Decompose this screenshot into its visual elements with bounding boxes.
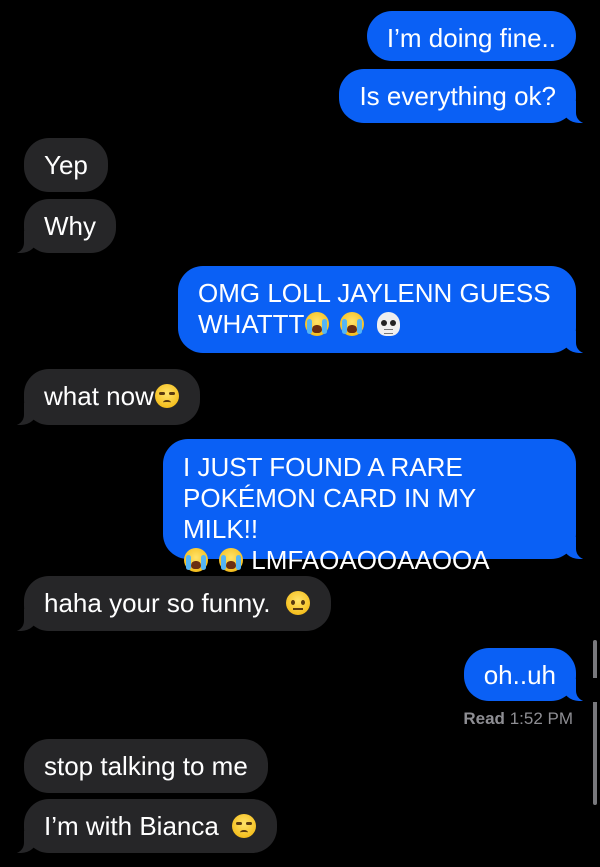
incoming-message-bubble[interactable]: haha your so funny. bbox=[0, 576, 331, 632]
outgoing-message-bubble[interactable]: oh..uh bbox=[463, 648, 600, 702]
outgoing-message-bubble[interactable]: OMG LOLL JAYLENN GUESS WHATTT bbox=[178, 266, 600, 354]
incoming-message-bubble[interactable]: what now bbox=[0, 369, 200, 426]
read-time: 1:52 PM bbox=[509, 709, 573, 728]
message-text: I’m with Bianca bbox=[44, 811, 219, 841]
message-text: LMFAOAOOAAOOA bbox=[251, 545, 490, 575]
message-text: oh..uh bbox=[483, 660, 556, 690]
incoming-message-bubble[interactable]: I’m with Bianca bbox=[0, 799, 278, 854]
message-text: stop talking to me bbox=[44, 751, 248, 781]
message-text: I JUST FOUND A RARE bbox=[183, 452, 463, 482]
message-text: WHATTT bbox=[198, 309, 305, 339]
unamused-face-icon bbox=[232, 814, 257, 838]
read-receipt: Read 1:52 PM bbox=[463, 709, 573, 729]
incoming-message-bubble[interactable]: Why bbox=[0, 199, 116, 254]
face-with-raised-eyebrow-icon bbox=[285, 591, 310, 615]
unamused-face-icon bbox=[154, 384, 179, 408]
message-text: OMG LOLL JAYLENN GUESS bbox=[198, 278, 551, 308]
message-text: POKÉMON CARD IN MY MILK!! bbox=[183, 483, 476, 544]
loudly-crying-face-icon bbox=[184, 548, 208, 572]
outgoing-message-bubble[interactable]: I’m doing fine.. bbox=[366, 11, 576, 61]
outgoing-message-bubble[interactable]: Is everything ok? bbox=[339, 69, 600, 124]
message-text: Is everything ok? bbox=[359, 81, 556, 111]
loudly-crying-face-icon bbox=[305, 312, 330, 336]
scrollbar[interactable] bbox=[593, 640, 597, 805]
loudly-crying-face-icon bbox=[340, 312, 365, 336]
message-text: haha your so funny. bbox=[44, 588, 271, 618]
message-text: Why bbox=[44, 211, 96, 241]
message-text: I’m doing fine.. bbox=[386, 23, 556, 53]
incoming-message-bubble[interactable]: Yep bbox=[24, 138, 108, 192]
read-label: Read bbox=[463, 709, 505, 728]
loudly-crying-face-icon bbox=[219, 548, 243, 572]
message-text: what now bbox=[44, 381, 154, 411]
message-text: Yep bbox=[44, 150, 88, 180]
incoming-message-bubble[interactable]: stop talking to me bbox=[24, 739, 268, 793]
outgoing-message-bubble[interactable]: I JUST FOUND A RARE POKÉMON CARD IN MY M… bbox=[163, 439, 600, 575]
skull-icon bbox=[377, 312, 401, 336]
